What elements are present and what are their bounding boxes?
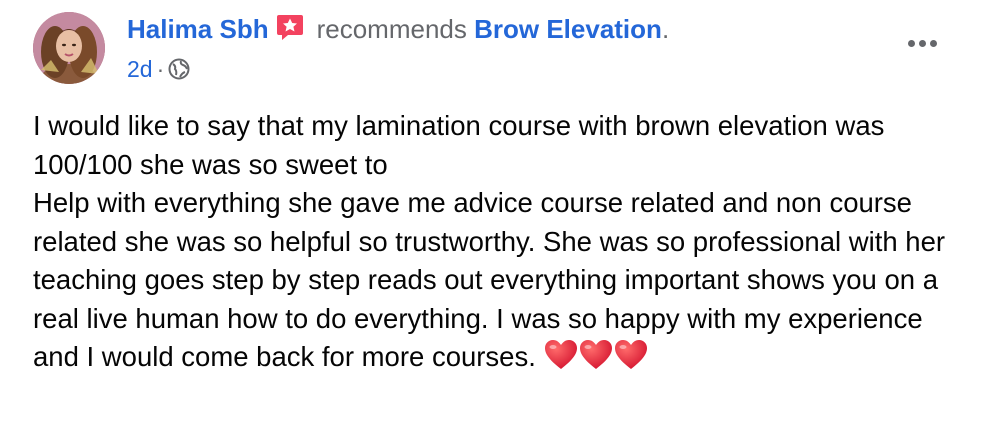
recommends-text: recommends: [316, 14, 467, 44]
emoji-group: [544, 339, 648, 371]
post-timestamp[interactable]: 2d: [127, 54, 153, 84]
post-text-line: I would like to say that my lamination c…: [33, 110, 885, 180]
heart-icon: [614, 340, 647, 369]
page-name-link[interactable]: Brow Elevation: [474, 14, 662, 44]
recommend-icon: [276, 15, 303, 40]
more-options-icon[interactable]: [902, 28, 942, 58]
meta-separator: ·: [156, 56, 165, 82]
heart-icon: [544, 340, 577, 369]
author-name-link[interactable]: Halima Sbh: [127, 14, 269, 44]
recommendation-post: Halima Sbh recommends Brow Elevation. 2d…: [0, 0, 988, 432]
author-avatar[interactable]: [33, 12, 105, 84]
post-text-paragraph: Help with everything she gave me advice …: [33, 184, 953, 377]
post-header: Halima Sbh recommends Brow Elevation.: [127, 12, 669, 46]
post-text-line: Help with everything she gave me advice …: [33, 187, 946, 372]
avatar-image: [33, 12, 105, 84]
post-meta: 2d ·: [127, 54, 190, 84]
post-body: I would like to say that my lamination c…: [33, 107, 953, 377]
globe-icon[interactable]: [168, 58, 190, 80]
header-period: .: [661, 14, 670, 44]
heart-icon: [579, 340, 612, 369]
